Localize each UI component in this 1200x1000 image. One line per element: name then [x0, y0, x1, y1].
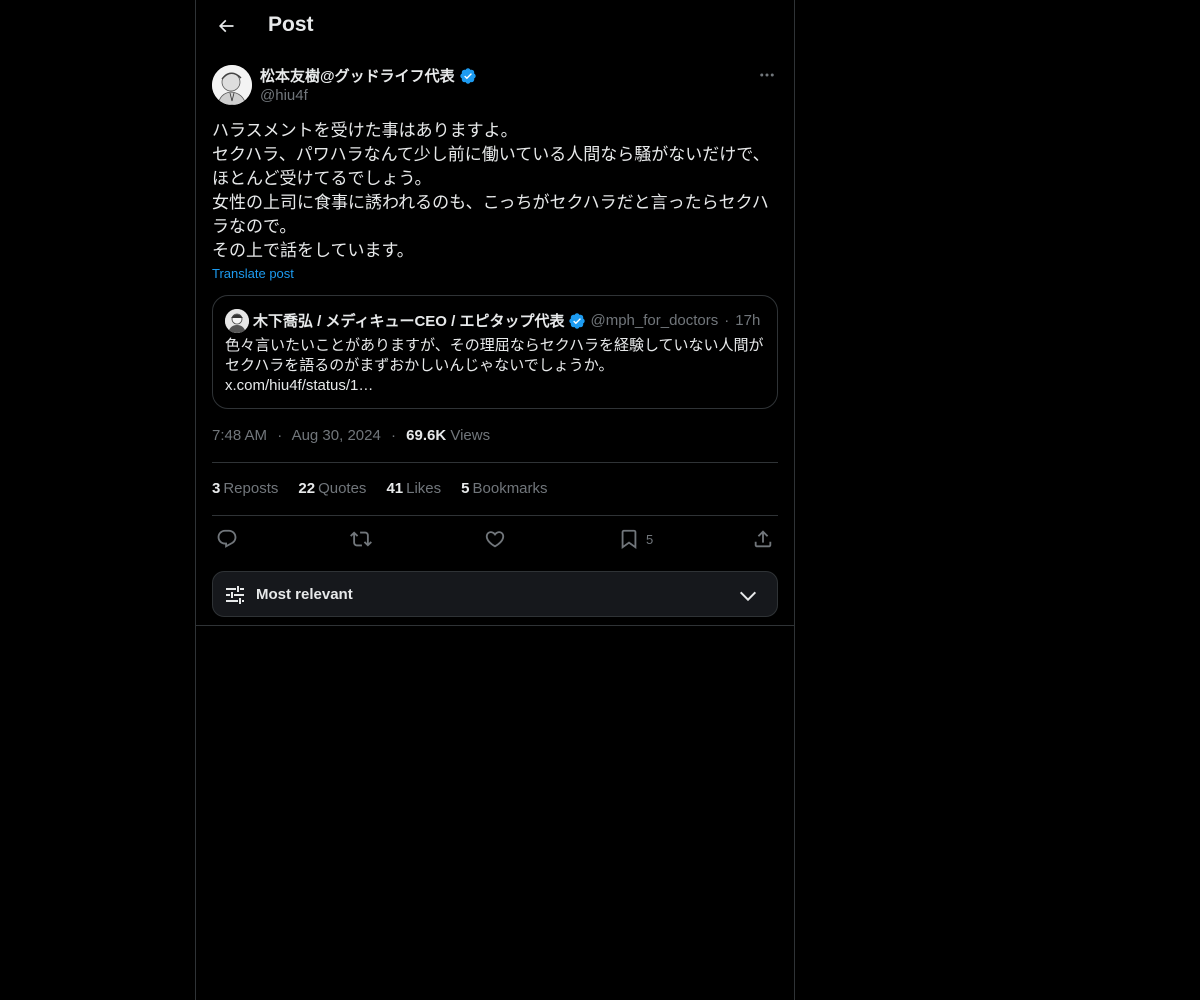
quoted-text-line: 色々言いたいことがありますが、その理屈ならセクハラを経験していない人間が	[225, 337, 764, 354]
chevron-down-icon	[739, 591, 757, 602]
post-text-line: ほとんど受けてるでしょう。	[212, 169, 432, 188]
page-header: Post	[196, 0, 794, 53]
quoted-link[interactable]: x.com/hiu4f/status/1…	[225, 376, 770, 396]
quoted-author-handle: @mph_for_doctors	[590, 312, 719, 329]
views-label: Views	[450, 427, 491, 444]
reply-icon	[217, 529, 237, 548]
bookmark-button[interactable]: 5	[618, 527, 653, 551]
quoted-avatar[interactable]	[225, 309, 249, 333]
repost-button[interactable]	[350, 527, 372, 551]
meta-separator: ·	[390, 427, 396, 444]
meta-separator: ·	[277, 427, 283, 444]
main-column: Post 松本友樹@グッドライフ代表 @hiu4f ハラスメントを受けた事はあり…	[195, 0, 795, 1000]
verified-badge-icon	[459, 67, 476, 84]
sort-label: Most relevant	[256, 586, 353, 603]
author-handle[interactable]: @hiu4f	[260, 87, 308, 104]
verified-badge-icon	[569, 312, 586, 329]
bookmarks-label: Bookmarks	[472, 480, 548, 497]
bookmark-count: 5	[646, 531, 654, 547]
reposts-count: 3	[212, 480, 221, 497]
divider	[196, 625, 794, 626]
translate-post-link[interactable]: Translate post	[212, 266, 294, 281]
quotes-count: 22	[298, 480, 316, 497]
reposts-stat[interactable]: 3 Reposts	[212, 480, 278, 497]
more-dots-icon	[760, 73, 774, 77]
reply-sort-dropdown[interactable]: Most relevant	[212, 571, 778, 617]
post-time[interactable]: 7:48 AM	[212, 427, 267, 444]
quoted-text-line: セクハラを語るのがまずおかしいんじゃないでしょうか。	[225, 357, 614, 374]
action-bar: 5	[212, 527, 778, 551]
share-icon	[754, 530, 772, 548]
author-name-text: 松本友樹@グッドライフ代表	[260, 68, 455, 85]
post-stats: 3 Reposts 22 Quotes 41 Likes 5 Bookmarks	[212, 480, 568, 497]
post-date[interactable]: Aug 30, 2024	[292, 427, 381, 444]
post-text-line: ハラスメントを受けた事はありますよ。	[212, 121, 518, 140]
arrow-left-icon	[218, 19, 234, 33]
avatar[interactable]	[212, 65, 252, 105]
likes-label: Likes	[406, 480, 442, 497]
quoted-post[interactable]: 木下喬弘 / メディキューCEO / エピタップ代表 @mph_for_doct…	[212, 295, 778, 409]
post-text-line: その上で話をしています。	[212, 241, 414, 260]
heart-icon	[485, 531, 505, 548]
post-text-line: 女性の上司に食事に誘われるのも、こっちがセクハラだと言ったらセクハ	[212, 193, 769, 212]
reply-button[interactable]	[216, 527, 238, 551]
bookmark-icon	[621, 529, 637, 550]
sliders-icon	[226, 586, 244, 604]
post-text: ハラスメントを受けた事はありますよ。 セクハラ、パワハラなんて少し前に働いている…	[212, 119, 778, 263]
bookmarks-count: 5	[461, 480, 470, 497]
divider	[212, 515, 778, 516]
more-options-button[interactable]	[756, 64, 778, 86]
quotes-label: Quotes	[318, 480, 367, 497]
quoted-separator: ·	[724, 312, 730, 329]
quotes-stat[interactable]: 22 Quotes	[298, 480, 366, 497]
page-title: Post	[268, 13, 314, 36]
quoted-text: 色々言いたいことがありますが、その理屈ならセクハラを経験していない人間が セクハ…	[225, 336, 770, 396]
author-name[interactable]: 松本友樹@グッドライフ代表	[260, 65, 477, 86]
avatar-portrait-icon	[212, 65, 252, 105]
like-button[interactable]	[484, 527, 506, 551]
back-button[interactable]	[208, 8, 244, 44]
post-text-line: ラなので。	[212, 217, 297, 236]
divider	[212, 462, 778, 463]
likes-count: 41	[386, 480, 404, 497]
quoted-avatar-portrait-icon	[225, 309, 249, 333]
bookmarks-stat[interactable]: 5 Bookmarks	[461, 480, 547, 497]
post-meta: 7:48 AM · Aug 30, 2024 · 69.6K Views	[212, 427, 490, 444]
quoted-author-name: 木下喬弘 / メディキューCEO / エピタップ代表	[253, 313, 565, 330]
quoted-time: 17h	[735, 312, 761, 329]
reposts-label: Reposts	[223, 480, 279, 497]
views-count: 69.6K	[406, 427, 447, 444]
repost-icon	[350, 531, 372, 547]
likes-stat[interactable]: 41 Likes	[386, 480, 441, 497]
share-button[interactable]	[752, 527, 774, 551]
post-text-line: セクハラ、パワハラなんて少し前に働いている人間なら騒がないだけで、	[212, 145, 770, 164]
quoted-header: 木下喬弘 / メディキューCEO / エピタップ代表 @mph_for_doct…	[253, 310, 760, 331]
